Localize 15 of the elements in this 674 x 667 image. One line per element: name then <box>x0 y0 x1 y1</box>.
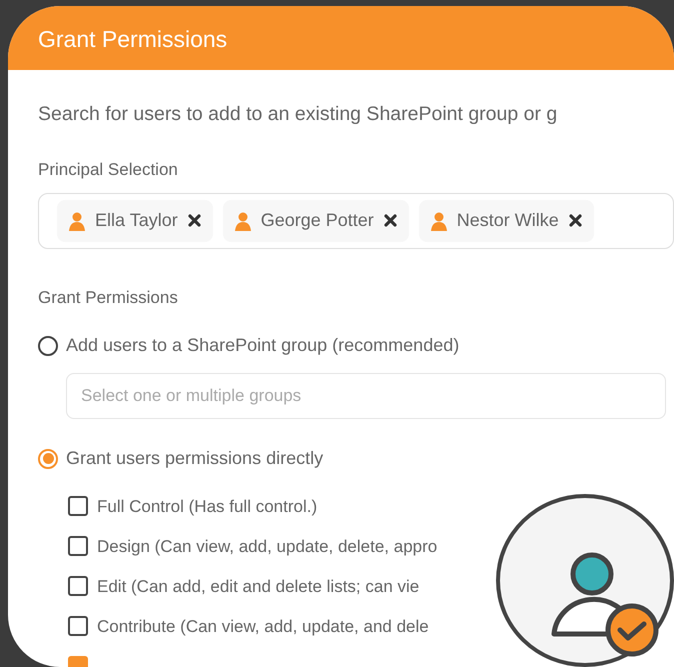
person-name: Nestor Wilke <box>456 209 559 232</box>
option-label[interactable]: Add users to a SharePoint group (recommended) <box>66 332 460 360</box>
dialog-title: Grant Permissions <box>8 6 674 70</box>
description-text: Search for users to add to an existing SharePoint group or g <box>38 102 558 127</box>
person-name: George Potter <box>260 209 374 232</box>
principal-selection-label: Principal Selection <box>38 159 179 182</box>
group-select-field[interactable]: Select one or multiple groups <box>66 373 666 420</box>
permission-label[interactable]: Edit (Can add, edit and delete lists; can vie <box>97 574 420 599</box>
permission-label[interactable]: Full Control (Has full control.) <box>97 494 318 519</box>
people-picker-field[interactable]: Ella Taylor George Potter Nestor Wilke <box>38 192 674 249</box>
grant-permissions-label: Grant Permissions <box>38 286 179 309</box>
person-name: Ella Taylor <box>95 209 178 232</box>
option-label[interactable]: Grant users permissions directly <box>66 445 324 472</box>
permission-label[interactable]: Contribute (Can view, add, update, and dele <box>97 614 429 639</box>
permission-label[interactable]: Design (Can view, add, update, delete, appro <box>97 534 438 559</box>
